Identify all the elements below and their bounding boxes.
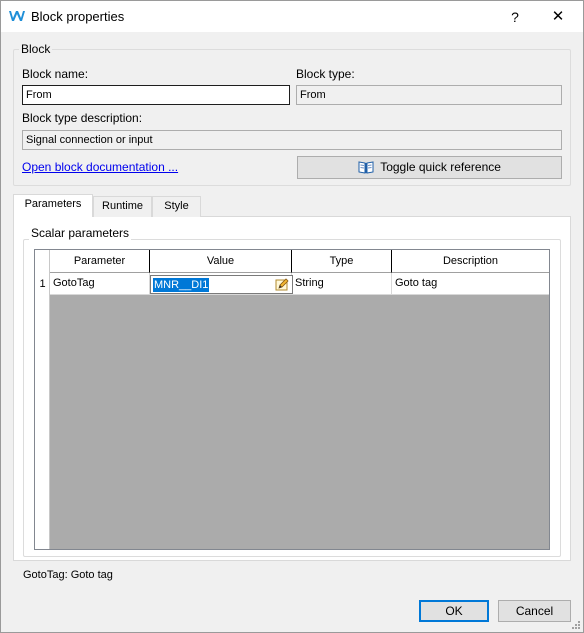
block-type-label: Block type:: [296, 67, 355, 81]
toggle-quick-reference-button[interactable]: Toggle quick reference: [297, 156, 562, 179]
cell-description[interactable]: Goto tag: [392, 273, 549, 295]
column-header-type[interactable]: Type: [292, 250, 392, 273]
column-header-parameter[interactable]: Parameter: [50, 250, 150, 273]
block-type-field: From: [296, 85, 562, 105]
scalar-parameters-legend: Scalar parameters: [29, 226, 132, 240]
tab-runtime[interactable]: Runtime: [93, 196, 152, 217]
close-icon: ✕: [551, 8, 565, 25]
parameters-table[interactable]: Parameter Value Type Description 1 GotoT…: [34, 249, 550, 550]
column-header-value[interactable]: Value: [150, 250, 292, 273]
edit-icon[interactable]: [275, 278, 289, 292]
ok-button[interactable]: OK: [419, 600, 489, 622]
close-button[interactable]: ✕: [543, 5, 573, 29]
cell-type[interactable]: String: [292, 273, 392, 295]
tab-style[interactable]: Style: [152, 196, 201, 217]
help-icon: ?: [511, 9, 519, 25]
book-icon: [358, 161, 374, 174]
tab-parameters[interactable]: Parameters: [13, 194, 93, 217]
value-editor-input[interactable]: MNR__DI1: [150, 275, 293, 294]
block-name-input[interactable]: From: [22, 85, 290, 105]
cell-parameter[interactable]: GotoTag: [50, 273, 150, 295]
block-properties-dialog: Block properties ? ✕ Block Block name: F…: [0, 0, 584, 633]
help-button[interactable]: ?: [501, 5, 529, 29]
row-number[interactable]: 1: [35, 273, 50, 295]
block-type-description-field: Signal connection or input: [22, 130, 562, 150]
column-header-description[interactable]: Description: [392, 250, 549, 273]
title-bar[interactable]: Block properties ? ✕: [1, 1, 583, 32]
toggle-quick-reference-label: Toggle quick reference: [380, 160, 501, 174]
open-documentation-link[interactable]: Open block documentation ...: [22, 160, 178, 174]
block-type-description-label: Block type description:: [22, 111, 143, 125]
block-group-legend: Block: [19, 42, 53, 56]
cancel-button[interactable]: Cancel: [498, 600, 571, 622]
value-editor-selected-text: MNR__DI1: [153, 278, 210, 292]
resize-grip-icon[interactable]: [571, 620, 581, 630]
app-logo-icon: [9, 11, 25, 21]
window-title: Block properties: [31, 9, 125, 24]
block-name-label: Block name:: [22, 67, 89, 81]
status-text: GotoTag: Goto tag: [23, 569, 113, 581]
